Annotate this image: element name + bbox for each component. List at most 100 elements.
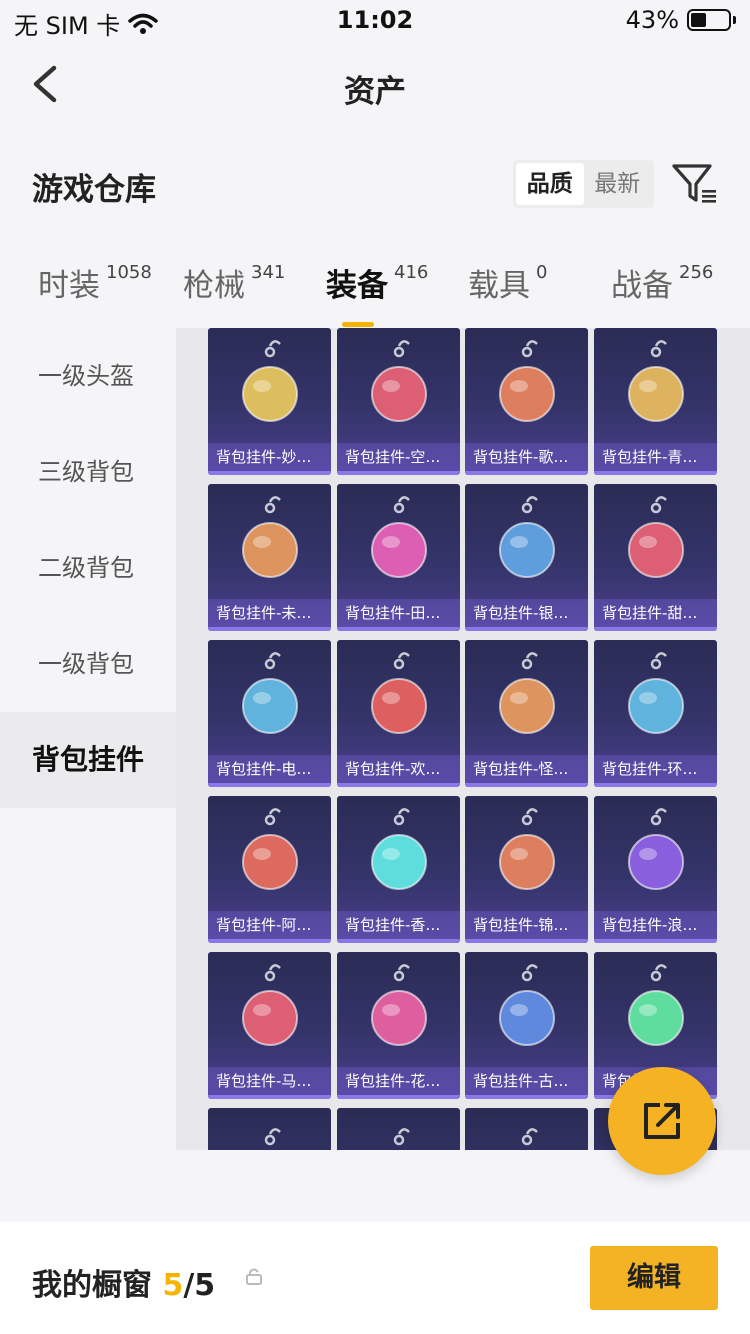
tab-vehicles[interactable]: 载具 0: [468, 260, 547, 305]
item-card[interactable]: 背包挂件-环…: [594, 640, 717, 787]
item-name: 背包挂件-银…: [465, 599, 588, 627]
gamepad-charm-icon: [242, 652, 298, 734]
item-card[interactable]: 背包挂件-空…: [337, 328, 460, 475]
item-name: 背包挂件-空…: [337, 443, 460, 471]
nav-bar: 资产: [0, 40, 750, 130]
item-name: 背包挂件-花…: [337, 1067, 460, 1095]
tab-count: 341: [251, 262, 286, 283]
item-rarity-bar: [208, 783, 331, 787]
sidebar-item-helmet-lv1[interactable]: 一级头盔: [0, 328, 176, 424]
lock-icon: [246, 1268, 262, 1285]
item-rarity-bar: [465, 939, 588, 943]
sidebar-item-backpack-lv3[interactable]: 三级背包: [0, 424, 176, 520]
item-rarity-bar: [465, 627, 588, 631]
item-name: 背包挂件-香…: [337, 911, 460, 939]
item-card-partial[interactable]: [465, 1108, 588, 1150]
item-card[interactable]: 背包挂件-田…: [337, 484, 460, 631]
edit-button[interactable]: 编辑: [590, 1246, 718, 1310]
item-rarity-bar: [594, 627, 717, 631]
sort-option-quality[interactable]: 品质: [516, 163, 584, 205]
dragon-charm-icon: [628, 340, 684, 422]
item-card[interactable]: 背包挂件-阿…: [208, 796, 331, 943]
ring-charm-icon: [628, 652, 684, 734]
item-rarity-bar: [465, 1095, 588, 1099]
tab-count: 1058: [106, 262, 152, 283]
item-name: 背包挂件-马…: [208, 1067, 331, 1095]
item-card-partial[interactable]: [208, 1108, 331, 1150]
item-card[interactable]: 背包挂件-锦…: [465, 796, 588, 943]
item-grid-container[interactable]: 背包挂件-妙… 背包挂件-空… 背包挂件-歌… 背包挂件-青… 背包挂件-未… 背包挂件-…: [176, 328, 750, 1150]
battery-group: 43%: [626, 6, 736, 34]
tab-supplies[interactable]: 战备 256: [611, 260, 713, 305]
item-name: 背包挂件-田…: [337, 599, 460, 627]
item-card[interactable]: 背包挂件-甜…: [594, 484, 717, 631]
item-rarity-bar: [465, 471, 588, 475]
sidebar-item-backpack-charm[interactable]: 背包挂件: [0, 712, 176, 808]
item-name: 背包挂件-阿…: [208, 911, 331, 939]
battery-icon: [687, 9, 731, 31]
tab-firearms[interactable]: 枪械 341: [183, 260, 285, 305]
item-rarity-bar: [208, 1095, 331, 1099]
item-card[interactable]: 背包挂件-怪…: [465, 640, 588, 787]
item-name: 背包挂件-锦…: [465, 911, 588, 939]
jade-charm-icon: [628, 964, 684, 1046]
item-rarity-bar: [594, 939, 717, 943]
item-card[interactable]: 背包挂件-古…: [465, 952, 588, 1099]
flower-charm-icon: [242, 340, 298, 422]
sidebar-item-backpack-lv1[interactable]: 一级背包: [0, 616, 176, 712]
item-name: 背包挂件-电…: [208, 755, 331, 783]
showcase-label-group: 我的橱窗 5/5: [32, 1260, 215, 1304]
item-name: 背包挂件-浪…: [594, 911, 717, 939]
item-name: 背包挂件-妙…: [208, 443, 331, 471]
item-name: 背包挂件-环…: [594, 755, 717, 783]
sidebar-item-backpack-lv2[interactable]: 二级背包: [0, 520, 176, 616]
sort-option-newest[interactable]: 最新: [584, 163, 652, 205]
item-rarity-bar: [208, 471, 331, 475]
item-name: 背包挂件-未…: [208, 599, 331, 627]
cocktail-charm-icon: [371, 808, 427, 890]
item-name: 背包挂件-怪…: [465, 755, 588, 783]
showcase-bar: 我的橱窗 5/5 编辑: [0, 1222, 750, 1334]
item-card[interactable]: 背包挂件-香…: [337, 796, 460, 943]
tab-count: 0: [536, 262, 548, 283]
item-rarity-bar: [208, 627, 331, 631]
charm-icon: [393, 1128, 410, 1146]
share-icon: [644, 1103, 680, 1139]
sort-toggle: 品质 最新: [513, 160, 654, 208]
item-card[interactable]: 背包挂件-浪…: [594, 796, 717, 943]
showcase-label: 我的橱窗: [32, 1268, 152, 1303]
item-name: 背包挂件-甜…: [594, 599, 717, 627]
charm-icon: [264, 1128, 281, 1146]
phone-charm-icon: [499, 496, 555, 578]
item-card-partial[interactable]: [337, 1108, 460, 1150]
item-card[interactable]: 背包挂件-银…: [465, 484, 588, 631]
pumpkin-charm-icon: [499, 652, 555, 734]
item-name: 背包挂件-欢…: [337, 755, 460, 783]
share-button[interactable]: [608, 1067, 716, 1175]
item-card[interactable]: 背包挂件-歌…: [465, 328, 588, 475]
section-title: 游戏仓库: [32, 172, 156, 208]
item-name: 背包挂件-歌…: [465, 443, 588, 471]
item-rarity-bar: [208, 939, 331, 943]
chick-charm-icon: [499, 340, 555, 422]
item-card[interactable]: 背包挂件-欢…: [337, 640, 460, 787]
tab-equipment[interactable]: 装备 416: [326, 260, 428, 327]
item-rarity-bar: [337, 1095, 460, 1099]
item-card[interactable]: 背包挂件-电…: [208, 640, 331, 787]
item-card[interactable]: 背包挂件-未…: [208, 484, 331, 631]
item-card[interactable]: 背包挂件-马…: [208, 952, 331, 1099]
tab-fashion[interactable]: 时装 1058: [38, 260, 152, 305]
item-card[interactable]: 背包挂件-青…: [594, 328, 717, 475]
item-card[interactable]: 背包挂件-妙…: [208, 328, 331, 475]
mahjong-charm-icon: [371, 652, 427, 734]
showcase-used-count: 5: [162, 1268, 184, 1303]
filter-icon[interactable]: [670, 160, 718, 208]
item-name: 背包挂件-青…: [594, 443, 717, 471]
tab-label: 时装: [38, 268, 100, 304]
lollipop-charm-icon: [628, 496, 684, 578]
amulet-charm-icon: [371, 964, 427, 1046]
item-rarity-bar: [594, 783, 717, 787]
item-card[interactable]: 背包挂件-花…: [337, 952, 460, 1099]
koi-charm-icon: [499, 808, 555, 890]
bat-dragon-charm-icon: [499, 964, 555, 1046]
